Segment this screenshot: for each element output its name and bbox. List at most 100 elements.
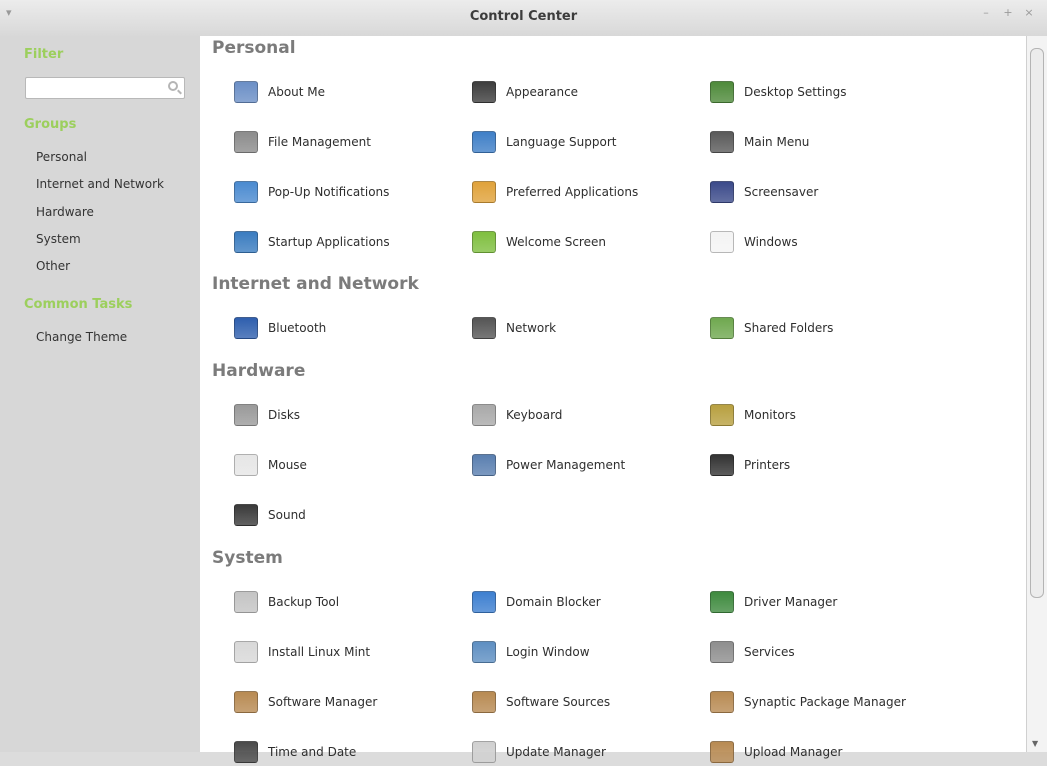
applet-label: Screensaver bbox=[744, 185, 819, 199]
applet-label: Synaptic Package Manager bbox=[744, 695, 906, 709]
sidebar-item-personal[interactable]: Personal bbox=[36, 150, 87, 164]
windows-icon bbox=[708, 228, 736, 256]
maximize-icon[interactable]: + bbox=[1001, 6, 1015, 20]
applet-main-menu[interactable]: Main Menu bbox=[708, 128, 809, 156]
preferred-applications-icon bbox=[470, 178, 498, 206]
section-title-hardware: Hardware bbox=[212, 361, 306, 381]
mouse-icon bbox=[232, 451, 260, 479]
applet-label: Software Manager bbox=[268, 695, 378, 709]
desktop-settings-icon bbox=[708, 78, 736, 106]
section-title-system: System bbox=[212, 548, 283, 568]
applet-desktop-settings[interactable]: Desktop Settings bbox=[708, 78, 847, 106]
applet-update-manager[interactable]: Update Manager bbox=[470, 738, 606, 766]
applet-preferred-applications[interactable]: Preferred Applications bbox=[470, 178, 638, 206]
bluetooth-icon bbox=[232, 314, 260, 342]
applet-about-me[interactable]: About Me bbox=[232, 78, 325, 106]
applet-label: Preferred Applications bbox=[506, 185, 639, 199]
applet-backup-tool[interactable]: Backup Tool bbox=[232, 588, 339, 616]
applet-shared-folders[interactable]: Shared Folders bbox=[708, 314, 833, 342]
applet-login-window[interactable]: Login Window bbox=[470, 638, 590, 666]
applet-label: Time and Date bbox=[268, 745, 357, 759]
task-change-theme[interactable]: Change Theme bbox=[36, 330, 127, 344]
network-icon bbox=[470, 314, 498, 342]
domain-blocker-icon bbox=[470, 588, 498, 616]
language-support-icon bbox=[470, 128, 498, 156]
applet-label: Printers bbox=[744, 458, 791, 472]
applet-label: Backup Tool bbox=[268, 595, 340, 609]
applet-windows[interactable]: Windows bbox=[708, 228, 798, 256]
applet-language-support[interactable]: Language Support bbox=[470, 128, 616, 156]
power-management-icon bbox=[470, 451, 498, 479]
applet-label: Keyboard bbox=[506, 408, 563, 422]
applet-file-management[interactable]: File Management bbox=[232, 128, 371, 156]
printers-icon bbox=[708, 451, 736, 479]
applet-label: Welcome Screen bbox=[506, 235, 606, 249]
applet-appearance[interactable]: Appearance bbox=[470, 78, 578, 106]
window-title: Control Center bbox=[469, 9, 578, 24]
keyboard-icon bbox=[470, 401, 498, 429]
applet-label: Main Menu bbox=[744, 135, 810, 149]
close-icon[interactable]: × bbox=[1022, 6, 1036, 20]
synaptic-package-manager-icon bbox=[708, 688, 736, 716]
software-manager-icon bbox=[232, 688, 260, 716]
applet-sound[interactable]: Sound bbox=[232, 501, 306, 529]
applet-label: Domain Blocker bbox=[506, 595, 601, 609]
applet-label: Driver Manager bbox=[744, 595, 838, 609]
title-bar: ▾ Control Center – + × bbox=[0, 0, 1047, 37]
applet-disks[interactable]: Disks bbox=[232, 401, 300, 429]
common-tasks-heading: Common Tasks bbox=[24, 297, 133, 312]
applet-label: Sound bbox=[268, 508, 306, 522]
applet-monitors[interactable]: Monitors bbox=[708, 401, 796, 429]
applet-upload-manager[interactable]: Upload Manager bbox=[708, 738, 842, 766]
applet-driver-manager[interactable]: Driver Manager bbox=[708, 588, 837, 616]
applet-printers[interactable]: Printers bbox=[708, 451, 790, 479]
applet-synaptic-package-manager[interactable]: Synaptic Package Manager bbox=[708, 688, 906, 716]
applet-domain-blocker[interactable]: Domain Blocker bbox=[470, 588, 601, 616]
main-menu-icon bbox=[708, 128, 736, 156]
shared-folders-icon bbox=[708, 314, 736, 342]
monitors-icon bbox=[708, 401, 736, 429]
applet-startup-applications[interactable]: Startup Applications bbox=[232, 228, 390, 256]
disks-icon bbox=[232, 401, 260, 429]
sidebar-item-hardware[interactable]: Hardware bbox=[36, 205, 94, 219]
applet-mouse[interactable]: Mouse bbox=[232, 451, 307, 479]
applet-power-management[interactable]: Power Management bbox=[470, 451, 625, 479]
update-manager-icon bbox=[470, 738, 498, 766]
upload-manager-icon bbox=[708, 738, 736, 766]
driver-manager-icon bbox=[708, 588, 736, 616]
search-icon[interactable] bbox=[168, 81, 178, 91]
applet-welcome-screen[interactable]: Welcome Screen bbox=[470, 228, 606, 256]
applet-label: Mouse bbox=[268, 458, 307, 472]
login-window-icon bbox=[470, 638, 498, 666]
applet-label: Upload Manager bbox=[744, 745, 843, 759]
applet-network[interactable]: Network bbox=[470, 314, 556, 342]
applet-services[interactable]: Services bbox=[708, 638, 795, 666]
scroll-down-icon[interactable]: ▼ bbox=[1032, 739, 1038, 748]
applet-label: Update Manager bbox=[506, 745, 606, 759]
applet-label: Startup Applications bbox=[268, 235, 390, 249]
scrollbar-thumb[interactable] bbox=[1030, 48, 1044, 598]
appearance-icon bbox=[470, 78, 498, 106]
applet-label: Login Window bbox=[506, 645, 590, 659]
applet-pop-up-notifications[interactable]: Pop-Up Notifications bbox=[232, 178, 389, 206]
filter-input[interactable] bbox=[26, 78, 162, 96]
sidebar-item-other[interactable]: Other bbox=[36, 259, 70, 273]
filter-heading: Filter bbox=[24, 47, 64, 62]
applet-screensaver[interactable]: Screensaver bbox=[708, 178, 818, 206]
applet-label: Power Management bbox=[506, 458, 626, 472]
applet-label: Bluetooth bbox=[268, 321, 327, 335]
applet-time-and-date[interactable]: Time and Date bbox=[232, 738, 356, 766]
sidebar-item-system[interactable]: System bbox=[36, 232, 81, 246]
sidebar-item-internet-and-network[interactable]: Internet and Network bbox=[36, 177, 164, 191]
vertical-scrollbar[interactable]: ▼ bbox=[1026, 36, 1047, 752]
applet-software-manager[interactable]: Software Manager bbox=[232, 688, 377, 716]
applet-keyboard[interactable]: Keyboard bbox=[470, 401, 562, 429]
minimize-icon[interactable]: – bbox=[979, 6, 993, 20]
install-linux-mint-icon bbox=[232, 638, 260, 666]
applet-install-linux-mint[interactable]: Install Linux Mint bbox=[232, 638, 370, 666]
applet-bluetooth[interactable]: Bluetooth bbox=[232, 314, 326, 342]
filter-field[interactable] bbox=[25, 77, 185, 99]
applet-label: Install Linux Mint bbox=[268, 645, 371, 659]
applet-software-sources[interactable]: Software Sources bbox=[470, 688, 610, 716]
screensaver-icon bbox=[708, 178, 736, 206]
